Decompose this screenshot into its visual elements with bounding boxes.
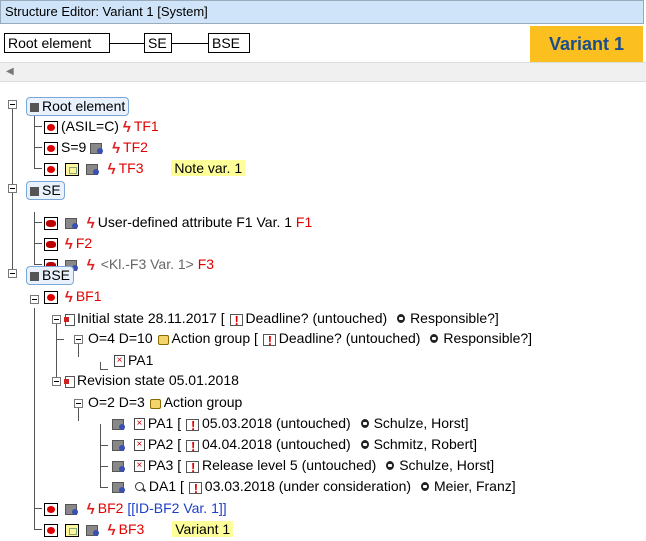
breadcrumb-bse[interactable]: BSE (208, 33, 250, 53)
calendar-icon (188, 478, 202, 499)
measure-icon: × (133, 460, 145, 473)
calendar-icon (185, 436, 199, 457)
failure-icon (44, 290, 58, 304)
structure-element-icon (30, 102, 39, 112)
collapse-toggle[interactable] (52, 377, 61, 386)
measure-icon: × (133, 418, 145, 431)
tree-node-se[interactable]: SE (26, 179, 65, 200)
note-label: Note var. 1 (171, 160, 246, 176)
tree-node-initial-pa1[interactable]: × PA1 (114, 350, 153, 371)
calendar-icon (185, 457, 199, 478)
failure-icon (44, 523, 58, 537)
tree-node-tf3[interactable]: ϟ TF3 Note var. 1 (44, 158, 246, 179)
failure-icon (44, 502, 58, 516)
breadcrumb-connector (110, 43, 144, 44)
detection-action-icon (134, 481, 146, 493)
tree-node-da1[interactable]: DA1 [ 03.03.2018 (under consideration) M… (112, 476, 516, 499)
lightning-icon: ϟ (64, 235, 73, 253)
note-icon (64, 162, 79, 176)
collapse-toggle[interactable] (30, 295, 39, 304)
window-titlebar: Structure Editor: Variant 1 [System] (0, 0, 644, 24)
attribute-icon (85, 524, 101, 537)
person-icon (428, 333, 440, 346)
lightning-icon: ϟ (86, 500, 95, 518)
tree-node-initial-state[interactable]: Initial state 28.11.2017 [ Deadline? (un… (64, 308, 499, 331)
failure-icon (44, 237, 58, 251)
person-icon (359, 418, 371, 431)
measure-icon: × (133, 439, 145, 452)
person-icon (395, 313, 407, 326)
breadcrumb: Root element SE BSE Variant 1 (0, 24, 646, 62)
tree-node-bf1[interactable]: ϟ BF1 (44, 286, 102, 307)
state-icon (64, 313, 75, 326)
failure-icon (44, 162, 58, 176)
calendar-icon (185, 415, 199, 436)
note-label: Variant 1 (172, 521, 234, 537)
action-group-icon (149, 397, 161, 410)
failure-icon (44, 216, 58, 230)
attribute-icon (112, 439, 127, 452)
action-group-icon (157, 333, 169, 346)
measure-icon: × (114, 355, 125, 368)
tree-node-pa3[interactable]: ×PA3 [ Release level 5 (untouched) Schul… (112, 455, 494, 478)
lightning-icon: ϟ (86, 256, 95, 274)
tree-node-bf2[interactable]: ϟ BF2 [[ID-BF2 Var. 1]] (44, 498, 227, 519)
breadcrumb-connector (172, 43, 208, 44)
tree-node-tf1[interactable]: (ASIL=C) ϟ TF1 (44, 116, 159, 137)
variant-badge: Variant 1 (530, 26, 643, 62)
collapse-toggle[interactable] (52, 315, 61, 324)
failure-icon (44, 120, 58, 134)
collapse-toggle[interactable] (74, 399, 83, 408)
tree-node-f1[interactable]: ϟ User-defined attribute F1 Var. 1 F1 (44, 212, 312, 233)
horizontal-scrollbar[interactable]: ◀ (0, 62, 646, 82)
failure-icon (44, 141, 58, 155)
note-icon (64, 523, 79, 537)
lightning-icon: ϟ (112, 139, 121, 157)
lightning-icon: ϟ (64, 288, 73, 306)
lightning-icon: ϟ (107, 160, 116, 178)
tree-node-revision-action-group[interactable]: O=2 D=3 Action group (88, 392, 242, 413)
structure-element-icon (30, 271, 39, 281)
tree-node-initial-action-group[interactable]: O=4 D=10 Action group [ Deadline? (untou… (88, 328, 532, 351)
attribute-icon (90, 142, 105, 155)
breadcrumb-se[interactable]: SE (144, 33, 172, 53)
calendar-icon (262, 330, 276, 351)
tree-node-bf3[interactable]: ϟ BF3 Variant 1 (44, 519, 234, 540)
collapse-toggle[interactable] (8, 184, 17, 193)
structure-element-icon (30, 186, 39, 196)
breadcrumb-root-element[interactable]: Root element (4, 33, 110, 53)
lightning-icon: ϟ (86, 214, 95, 232)
collapse-toggle[interactable] (74, 335, 83, 344)
person-icon (359, 439, 371, 452)
tree-node-f2[interactable]: ϟ F2 (44, 233, 92, 254)
person-icon (419, 481, 431, 494)
collapse-toggle[interactable] (8, 269, 17, 278)
attribute-icon (112, 418, 127, 431)
calendar-icon (229, 310, 243, 331)
person-icon (384, 460, 396, 473)
collapse-toggle[interactable] (8, 100, 17, 109)
tree-node-bse[interactable]: BSE (26, 264, 75, 285)
lightning-icon: ϟ (122, 118, 131, 136)
tree-node-pa2[interactable]: ×PA2 [ 04.04.2018 (untouched) Schmitz, R… (112, 434, 477, 457)
structure-tree: Root element (ASIL=C) ϟ TF1 S=9 ϟ TF2 ϟ TF3… (0, 94, 646, 540)
tree-node-tf2[interactable]: S=9 ϟ TF2 (44, 137, 148, 158)
attribute-icon (64, 217, 80, 230)
bf2-link[interactable]: [[ID-BF2 Var. 1]] (127, 500, 226, 516)
attribute-icon (85, 163, 101, 176)
left-arrow-icon[interactable]: ◀ (6, 66, 14, 77)
attribute-icon (112, 460, 127, 473)
tree-node-root-element[interactable]: Root element (26, 95, 130, 116)
window-title: Structure Editor: Variant 1 [System] (5, 4, 208, 19)
attribute-icon (64, 503, 80, 516)
attribute-icon (112, 481, 127, 494)
tree-node-pa1[interactable]: ×PA1 [ 05.03.2018 (untouched) Schulze, H… (112, 413, 469, 436)
tree-node-revision-state[interactable]: Revision state 05.01.2018 (64, 370, 239, 391)
state-icon (64, 375, 75, 388)
lightning-icon: ϟ (107, 521, 116, 539)
